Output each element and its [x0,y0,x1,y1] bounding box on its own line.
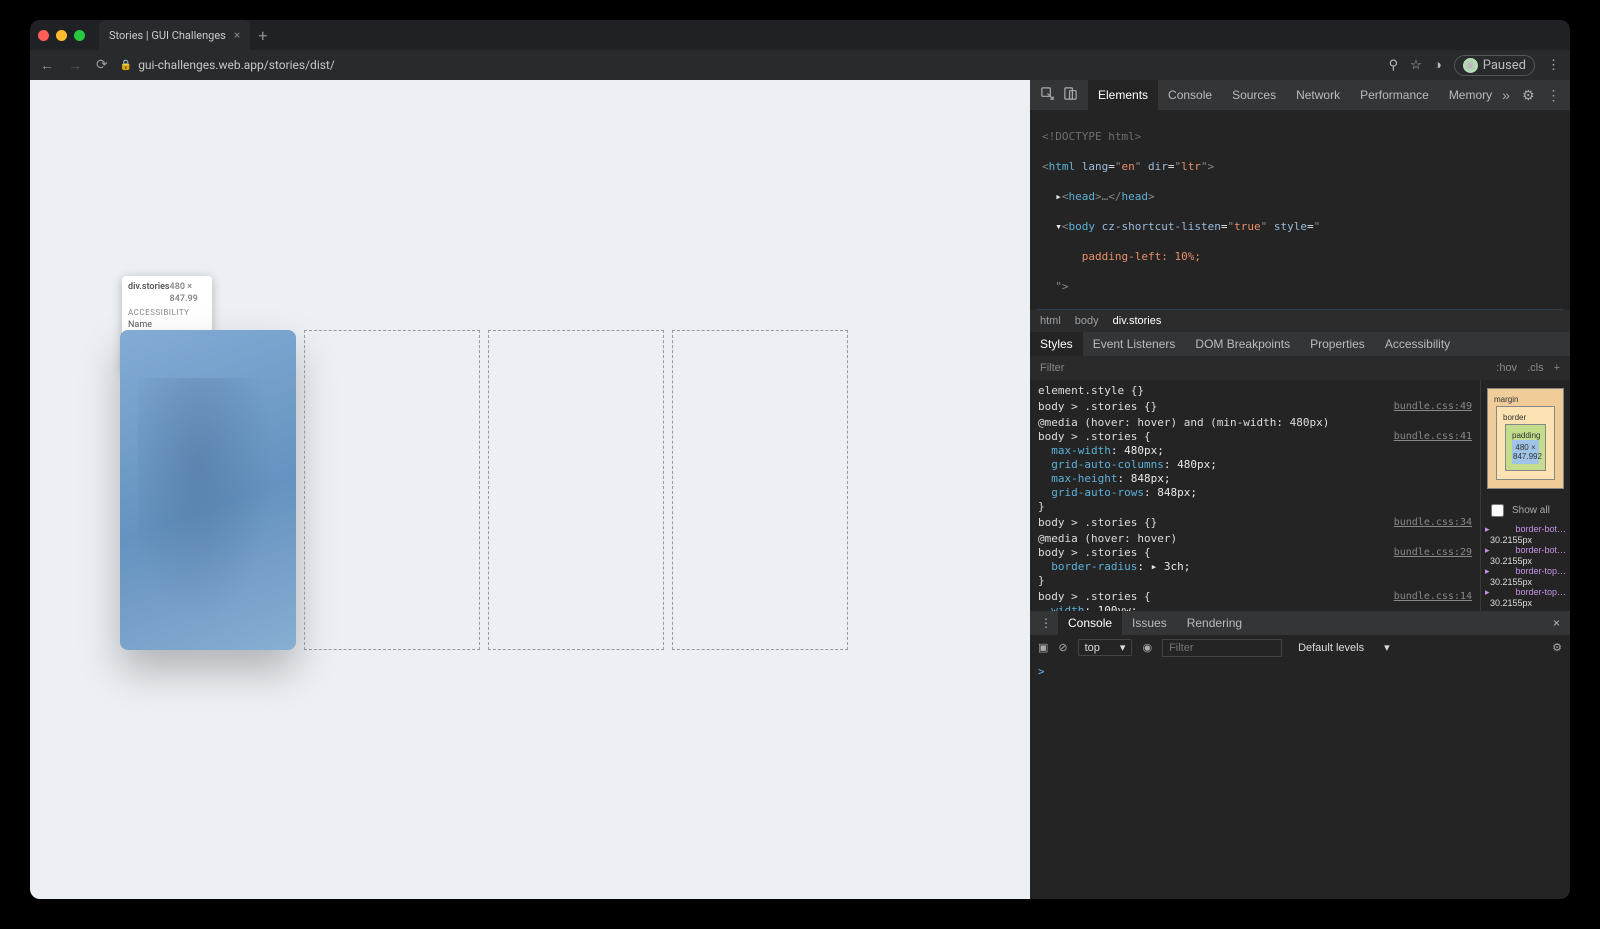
styles-rules[interactable]: element.style {}bundle.css:49body > .sto… [1030,380,1480,611]
close-window-icon[interactable] [38,30,49,41]
tab-elements[interactable]: Elements [1088,80,1158,110]
story-placeholder [304,330,480,650]
computed-sidebar: margin border padding 480 × 847.992 Show… [1480,380,1570,611]
reload-button[interactable]: ⟳ [96,57,108,73]
story-placeholder [488,330,664,650]
stories-container [120,80,848,899]
bookmark-icon[interactable]: ☆ [1410,58,1422,73]
console-toolbar: ▣ ⊘ top▾ ◉ Default levels▾ ⚙ [1030,635,1570,661]
log-levels-selector[interactable]: Default levels▾ [1292,640,1396,655]
back-button[interactable]: ← [40,57,54,74]
minimize-window-icon[interactable] [56,30,67,41]
tab-accessibility[interactable]: Accessibility [1375,332,1460,356]
device-toolbar-icon[interactable] [1063,86,1078,104]
devtools-tabs: Elements Console Sources Network Perform… [1030,80,1570,110]
profile-button[interactable]: ◉ Paused [1454,55,1535,76]
console-settings-icon[interactable]: ⚙ [1552,641,1562,654]
box-model-content: 480 × 847.992 [1512,440,1539,464]
lock-icon: 🔒 [120,60,132,71]
tab-styles[interactable]: Styles [1030,332,1083,356]
console-output[interactable]: > [1030,661,1570,900]
devtools-panel: Elements Console Sources Network Perform… [1030,80,1570,899]
search-icon[interactable]: ⚲ [1389,58,1399,73]
forward-button[interactable]: → [68,57,82,74]
context-selector[interactable]: top▾ [1078,639,1133,656]
kebab-icon[interactable]: ⋮ [1547,87,1561,104]
tab-sources[interactable]: Sources [1222,80,1286,110]
story-card[interactable] [120,330,296,650]
url-text: gui-challenges.web.app/stories/dist/ [138,58,335,72]
story-placeholder [672,330,848,650]
more-tabs-icon[interactable]: » [1502,87,1510,103]
eye-icon[interactable]: ◉ [1142,641,1152,654]
address-bar[interactable]: 🔒 gui-challenges.web.app/stories/dist/ [120,58,1377,72]
drawer-tab-console[interactable]: Console [1058,611,1122,635]
tab-dom-breakpoints[interactable]: DOM Breakpoints [1185,332,1300,356]
show-all-checkbox[interactable] [1491,504,1504,517]
close-drawer-icon[interactable]: × [1553,616,1566,630]
hov-toggle[interactable]: :hov [1496,362,1517,374]
tab-memory[interactable]: Memory [1439,80,1502,110]
browser-window: Stories | GUI Challenges × + ← → ⟳ 🔒 gui… [30,20,1570,899]
drawer-tabs: ⋮ Console Issues Rendering × [1030,611,1570,635]
drawer-tab-rendering[interactable]: Rendering [1177,611,1252,635]
drawer-tab-issues[interactable]: Issues [1122,611,1177,635]
extension-icon[interactable]: ◑ [1434,57,1442,73]
console-prompt: > [1038,665,1045,678]
elements-tree[interactable]: <!DOCTYPE html> <html lang="en" dir="ltr… [1030,110,1570,310]
close-tab-icon[interactable]: × [234,28,240,42]
menu-icon[interactable]: ⋮ [1547,58,1560,73]
maximize-window-icon[interactable] [74,30,85,41]
avatar-icon: ◉ [1463,58,1478,73]
styles-tabbar: Styles Event Listeners DOM Breakpoints P… [1030,332,1570,356]
tab-performance[interactable]: Performance [1350,80,1439,110]
titlebar: Stories | GUI Challenges × + [30,20,1570,50]
crumb-item-active[interactable]: div.stories [1113,315,1162,327]
tab-event-listeners[interactable]: Event Listeners [1083,332,1186,356]
console-sidebar-icon[interactable]: ▣ [1038,641,1048,654]
crumb-item[interactable]: body [1075,315,1099,327]
tab-title: Stories | GUI Challenges [109,29,226,42]
profile-label: Paused [1483,58,1526,73]
box-model[interactable]: margin border padding 480 × 847.992 [1481,380,1570,497]
cls-toggle[interactable]: .cls [1527,362,1544,374]
crumb-item[interactable]: html [1040,315,1061,327]
new-style-rule-icon[interactable]: + [1554,362,1560,374]
new-tab-button[interactable]: + [258,26,267,45]
browser-tab[interactable]: Stories | GUI Challenges × [99,20,250,50]
toolbar: ← → ⟳ 🔒 gui-challenges.web.app/stories/d… [30,50,1570,80]
elements-breadcrumb[interactable]: html body div.stories [1030,310,1570,332]
tab-network[interactable]: Network [1286,80,1350,110]
styles-filter-input[interactable]: Filter [1040,362,1064,374]
tab-properties[interactable]: Properties [1300,332,1375,356]
page-viewport[interactable]: div.stories 480 × 847.99 ACCESSIBILITY N… [30,80,1030,899]
inspect-element-icon[interactable] [1040,86,1055,104]
clear-console-icon[interactable]: ⊘ [1058,641,1067,654]
drawer-menu-icon[interactable]: ⋮ [1034,611,1058,635]
settings-icon[interactable]: ⚙ [1522,87,1535,104]
tab-console[interactable]: Console [1158,80,1222,110]
window-controls[interactable] [38,30,85,41]
console-filter-input[interactable] [1162,639,1282,657]
styles-filterbar: Filter :hov .cls + [1030,356,1570,380]
